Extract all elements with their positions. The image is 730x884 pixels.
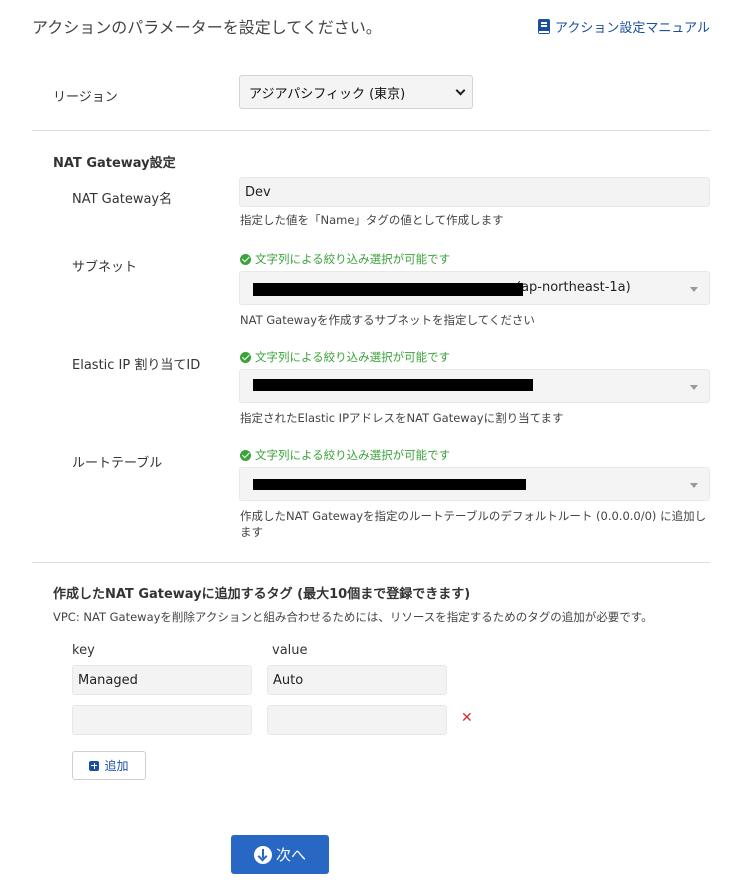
route-table-help-line1: 作成したNAT Gatewayを指定のルートテーブルのデフォルトルート (0.0…: [240, 509, 707, 523]
dropdown-arrow-icon: [690, 385, 698, 390]
action-manual-link[interactable]: アクション設定マニュアル: [538, 17, 710, 36]
tag-key-value: Managed: [78, 672, 138, 688]
route-table-filter-note-text: 文字列による絞り込み選択が可能です: [255, 448, 451, 462]
tag-value-input[interactable]: Auto: [267, 665, 447, 695]
page-title: アクションのパラメーターを設定してください。: [32, 18, 382, 37]
next-button-label: 次へ: [275, 846, 306, 864]
region-select-value: アジアパシフィック (東京): [249, 86, 406, 102]
check-circle-icon: [240, 253, 251, 265]
action-manual-label: アクション設定マニュアル: [555, 21, 710, 36]
tag-key-input[interactable]: [72, 705, 252, 735]
tag-value-header: value: [272, 643, 308, 658]
tags-section-title: 作成したNAT Gatewayに追加するタグ (最大10個まで登録できます): [53, 587, 471, 602]
region-label: リージョン: [53, 90, 118, 105]
divider: [32, 562, 710, 563]
redaction-bar: [253, 379, 533, 391]
tag-value-input[interactable]: [267, 705, 447, 735]
subnet-filter-note: 文字列による絞り込み選択が可能です: [240, 251, 450, 267]
nat-gateway-name-value: Dev: [245, 184, 271, 200]
tags-note: VPC: NAT Gatewayを削除アクションと組み合わせるためには、リソース…: [53, 610, 653, 624]
dropdown-arrow-icon: [690, 287, 698, 292]
redaction-bar: [253, 479, 526, 490]
subnet-label: サブネット: [72, 260, 138, 275]
nat-gateway-name-help: 指定した値を「Name」タグの値として作成します: [240, 213, 504, 227]
next-button[interactable]: 次へ: [231, 835, 329, 874]
route-table-select[interactable]: [239, 467, 710, 501]
chevron-down-icon: [455, 85, 466, 96]
eip-label: Elastic IP 割り当てID: [72, 358, 201, 373]
plus-square-icon: [89, 760, 100, 771]
add-tag-label: 追加: [104, 759, 129, 773]
check-circle-icon: [240, 449, 251, 461]
region-select[interactable]: アジアパシフィック (東京): [239, 75, 473, 109]
subnet-select[interactable]: (ap-northeast-1a): [239, 271, 710, 305]
route-table-filter-note: 文字列による絞り込み選択が可能です: [240, 447, 450, 463]
nat-gateway-name-label: NAT Gateway名: [72, 192, 173, 207]
route-table-label: ルートテーブル: [72, 456, 163, 471]
subnet-filter-note-text: 文字列による絞り込み選択が可能です: [255, 252, 451, 266]
check-circle-icon: [240, 351, 251, 363]
tag-key-input[interactable]: Managed: [72, 665, 252, 695]
eip-select[interactable]: [239, 369, 710, 403]
tag-key-header: key: [72, 643, 95, 658]
tag-value-value: Auto: [273, 672, 304, 688]
remove-tag-icon[interactable]: ✕: [461, 711, 473, 725]
route-table-help-line2: ます: [240, 525, 263, 539]
add-tag-button[interactable]: 追加: [72, 751, 146, 780]
nat-gateway-section-title: NAT Gateway設定: [53, 156, 176, 171]
book-icon: [538, 19, 550, 34]
subnet-help: NAT Gatewayを作成するサブネットを指定してください: [240, 313, 535, 327]
dropdown-arrow-icon: [690, 483, 698, 488]
eip-filter-note-text: 文字列による絞り込み選択が可能です: [255, 350, 451, 364]
redaction-bar: [253, 283, 523, 296]
arrow-down-circle-icon: [253, 845, 272, 864]
nat-gateway-name-input[interactable]: Dev: [239, 177, 710, 207]
eip-filter-note: 文字列による絞り込み選択が可能です: [240, 349, 450, 365]
eip-help: 指定されたElastic IPアドレスをNAT Gatewayに割り当てます: [240, 411, 564, 425]
divider: [32, 130, 710, 131]
subnet-select-value: (ap-northeast-1a): [516, 280, 631, 295]
